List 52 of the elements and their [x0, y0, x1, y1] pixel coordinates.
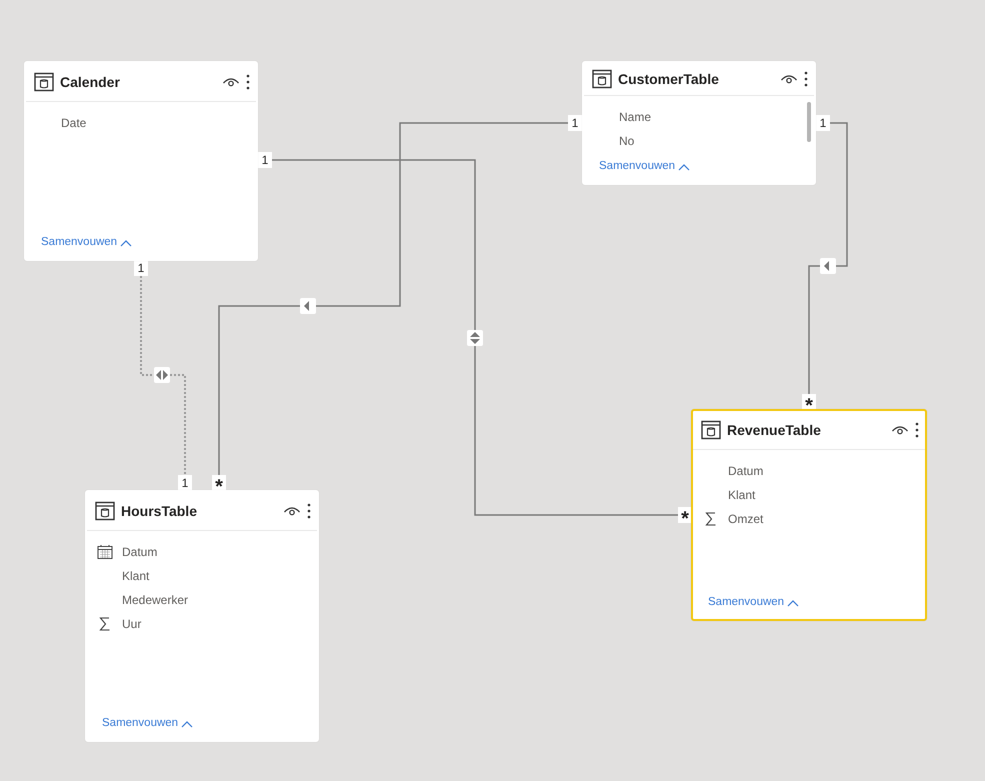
- table-icon: [701, 420, 721, 440]
- caret-icon: [181, 720, 194, 728]
- column-name[interactable]: Name: [619, 108, 652, 126]
- table-card[interactable]: Calender Date Samenvouwen: [24, 61, 258, 261]
- table-card[interactable]: CustomerTable Name No Samenvouwen: [582, 61, 816, 185]
- table-card[interactable]: HoursTable Datum Klant Medewerker Uur Samenvouwen: [85, 490, 319, 742]
- collapse-link[interactable]: Samenvouwen: [708, 594, 800, 612]
- more-icon[interactable]: [246, 74, 250, 90]
- table-icon: [592, 69, 612, 89]
- table-title: HoursTable: [121, 502, 198, 520]
- double-triangle-icon[interactable]: [154, 367, 170, 383]
- connector-line[interactable]: [808, 265, 820, 394]
- table-card[interactable]: RevenueTable Datum Klant Omzet Samenvouwen: [691, 409, 927, 621]
- cardinality-label: *: [678, 507, 692, 523]
- collapse-link[interactable]: Samenvouwen: [599, 158, 690, 176]
- more-icon[interactable]: [915, 422, 919, 438]
- cardinality-label: *: [212, 475, 226, 491]
- table-icon: [34, 72, 54, 92]
- calendar-icon: [97, 544, 113, 560]
- eye-icon[interactable]: [891, 424, 909, 436]
- column-name[interactable]: Date: [61, 114, 86, 132]
- table-title: Calender: [60, 72, 121, 92]
- more-icon[interactable]: [307, 503, 311, 519]
- cardinality-label: 1: [568, 115, 582, 131]
- column-name[interactable]: Omzet: [728, 510, 764, 528]
- cardinality-label: *: [802, 394, 816, 410]
- column-name[interactable]: Medewerker: [122, 591, 188, 609]
- cardinality-label: 1: [134, 260, 148, 276]
- column-name[interactable]: Uur: [122, 615, 142, 633]
- cardinality-label: 1: [816, 115, 830, 131]
- connector-line[interactable]: [830, 122, 848, 267]
- table-title: RevenueTable: [727, 420, 822, 440]
- cardinality-label: 1: [258, 152, 272, 168]
- column-name[interactable]: Datum: [728, 462, 764, 480]
- caret-icon: [120, 238, 132, 247]
- table-icon: [95, 501, 115, 521]
- table-title: CustomerTable: [618, 70, 720, 88]
- eye-icon[interactable]: [222, 76, 240, 88]
- eye-icon[interactable]: [780, 73, 798, 85]
- scrollbar[interactable]: [807, 102, 811, 142]
- column-name[interactable]: Datum: [122, 543, 158, 561]
- column-name[interactable]: Klant: [728, 486, 756, 504]
- column-name[interactable]: No: [619, 132, 634, 150]
- more-icon[interactable]: [804, 71, 808, 87]
- double-triangle-icon[interactable]: [467, 330, 483, 346]
- collapse-link[interactable]: Samenvouwen: [102, 715, 194, 732]
- caret-icon: [678, 162, 690, 171]
- column-name[interactable]: Klant: [122, 567, 150, 585]
- eye-icon[interactable]: [283, 505, 301, 517]
- collapse-link[interactable]: Samenvouwen: [41, 234, 132, 252]
- cardinality-label: 1: [178, 475, 192, 491]
- caret-icon: [787, 598, 800, 607]
